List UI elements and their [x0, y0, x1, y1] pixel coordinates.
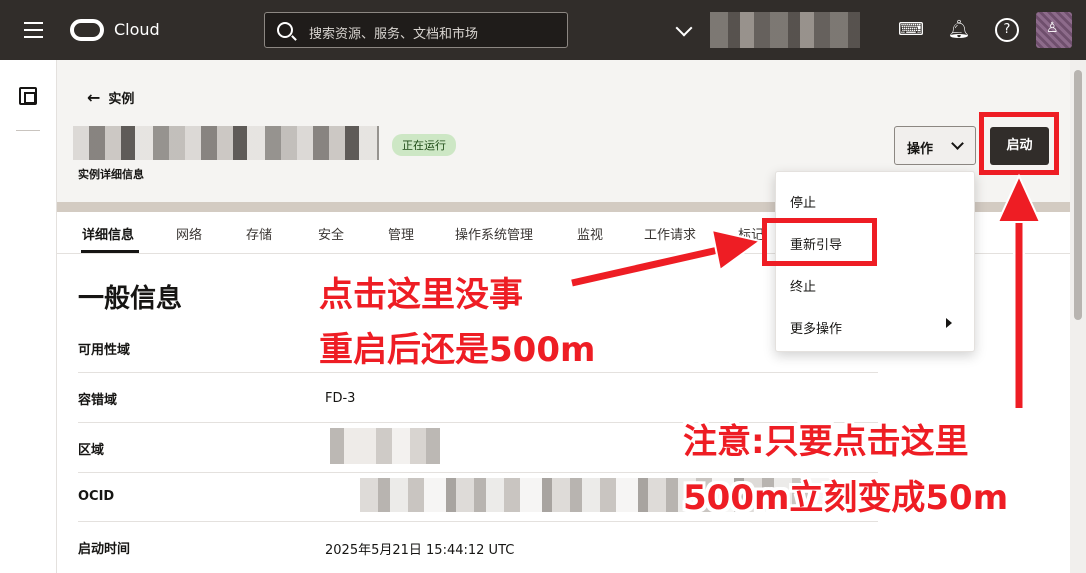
cloud-shell-icon[interactable]: ⌨ — [898, 18, 924, 42]
annotation-left-line2: 重启后还是500m — [319, 330, 596, 370]
tab-os-management[interactable]: 操作系统管理 — [455, 224, 533, 243]
tab-network[interactable]: 网络 — [176, 224, 202, 243]
menu-item-stop[interactable]: 停止 — [790, 192, 816, 211]
search-icon — [277, 22, 293, 38]
tab-work-requests[interactable]: 工作请求 — [644, 224, 696, 243]
row-label-availability-domain: 可用性域 — [78, 343, 131, 358]
help-icon[interactable]: ? — [995, 18, 1019, 42]
page-scrollbar[interactable] — [1070, 60, 1086, 573]
search-placeholder: 搜索资源、服务、文档和市场 — [309, 27, 479, 42]
back-link[interactable]: ← 实例 — [87, 88, 134, 107]
chevron-down-icon — [951, 137, 964, 150]
notifications-bell-icon[interactable]: 🔔︎ — [947, 18, 971, 42]
hamburger-menu-icon[interactable] — [24, 22, 43, 38]
row-label-fault-domain: 容错域 — [78, 393, 118, 408]
back-link-label: 实例 — [108, 92, 135, 107]
arrow-to-reboot-outline — [570, 244, 720, 289]
tab-details[interactable]: 详细信息 — [82, 224, 134, 243]
instance-name-redacted — [73, 126, 379, 160]
row-divider — [78, 521, 878, 522]
scrollbar-thumb[interactable] — [1074, 70, 1082, 320]
status-badge: 正在运行 — [392, 134, 456, 156]
menu-item-terminate[interactable]: 终止 — [790, 276, 816, 295]
active-tab-indicator — [81, 250, 139, 253]
user-icon: ♙ — [1046, 20, 1059, 36]
annotation-right-line2: 500m立刻变成50m — [683, 478, 1009, 518]
highlight-reboot-box — [762, 218, 877, 266]
region-selector-redacted[interactable] — [710, 12, 860, 48]
actions-label: 操作 — [907, 142, 934, 157]
row-label-ocid: OCID — [78, 489, 115, 504]
search-input[interactable]: 搜索资源、服务、文档和市场 — [264, 12, 568, 48]
rail-divider — [16, 130, 40, 131]
row-value-fault-domain: FD-3 — [325, 391, 356, 406]
left-rail — [0, 60, 57, 573]
annotation-right-line1: 注意:只要点击这里 — [683, 422, 969, 462]
tab-security[interactable]: 安全 — [318, 224, 344, 243]
section-title: 一般信息 — [78, 284, 183, 314]
oracle-logo-icon[interactable] — [70, 19, 104, 41]
avatar[interactable]: ♙ — [1036, 12, 1072, 48]
row-label-region: 区域 — [78, 443, 105, 458]
tab-tags[interactable]: 标记 — [738, 224, 764, 243]
region-value-redacted — [330, 428, 440, 464]
row-divider — [78, 372, 878, 373]
row-label-launch-time: 启动时间 — [78, 542, 131, 557]
actions-dropdown-button[interactable]: 操作 — [894, 126, 976, 165]
compute-chip-icon[interactable] — [19, 87, 37, 105]
row-value-launch-time: 2025年5月21日 15:44:12 UTC — [325, 543, 515, 558]
logo-text[interactable]: Cloud — [114, 20, 160, 39]
arrow-left-icon: ← — [87, 88, 101, 107]
page-subtitle: 实例详细信息 — [78, 168, 144, 181]
tab-management[interactable]: 管理 — [388, 224, 414, 243]
tab-monitoring[interactable]: 监视 — [577, 224, 603, 243]
arrow-to-reboot-shaft — [571, 246, 719, 287]
menu-item-more-actions[interactable]: 更多操作 — [790, 318, 842, 337]
tab-storage[interactable]: 存储 — [246, 224, 272, 243]
chevron-down-icon[interactable] — [675, 19, 693, 37]
chevron-right-icon — [946, 318, 952, 328]
annotation-left-line1: 点击这里没事 — [319, 275, 523, 315]
highlight-start-box — [979, 112, 1059, 175]
top-navigation-bar: Cloud 搜索资源、服务、文档和市场 ⌨ 🔔︎ ? ♙ — [0, 0, 1086, 60]
